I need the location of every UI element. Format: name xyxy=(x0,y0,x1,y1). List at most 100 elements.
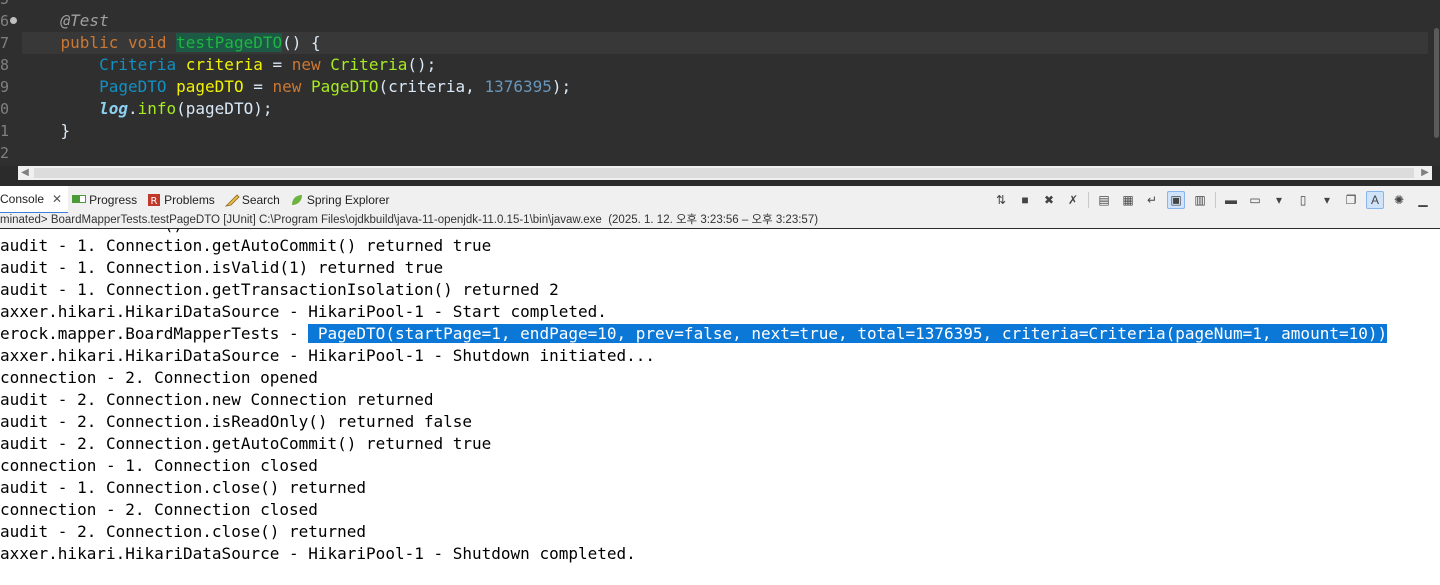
console-line: audit - 2. Connection.new Connection ret… xyxy=(0,390,434,409)
stop-icon[interactable]: ■ xyxy=(1016,191,1034,209)
console-line: audit - 1. Connection.getAutoCommit() re… xyxy=(0,236,492,255)
console-line: connection - 1. Connection closed xyxy=(0,456,318,475)
console-line: axxer.hikari.HikariDataSource - HikariPo… xyxy=(0,302,607,321)
code-line[interactable]: } xyxy=(22,120,1428,142)
tab-label: Search xyxy=(241,193,280,207)
code-text: (criteria, xyxy=(378,77,485,96)
chevron-down-icon[interactable]: ▾ xyxy=(1270,191,1288,209)
code-line[interactable]: @Test xyxy=(22,10,1428,32)
code-editor[interactable]: 5 6 7 8 9 0 1 2 @Test public void testPa… xyxy=(0,0,1440,166)
tab-console[interactable]: Console ✕ xyxy=(0,186,69,214)
constructor-name: Criteria xyxy=(330,55,408,74)
code-line[interactable]: log.info(pageDTO); xyxy=(22,98,1428,120)
tab-search[interactable]: Search xyxy=(221,186,286,214)
code-text: (); xyxy=(407,55,437,74)
log-source: erock.mapper.BoardMapperTests - xyxy=(0,324,309,343)
line-number: 0 xyxy=(0,100,10,118)
console-line: audit - 2. Connection.isReadOnly() retur… xyxy=(0,412,473,431)
annotation: @Test xyxy=(60,11,109,30)
type-name: Criteria xyxy=(99,55,177,74)
show-when-stdout-icon[interactable]: ▣ xyxy=(1167,191,1185,209)
console-line: connection - 2. Connection opened xyxy=(0,368,318,387)
console-line: audit - 1. Connection.close() returned xyxy=(0,478,367,497)
tab-label: Console xyxy=(0,192,45,206)
console-line: axxer.hikari.HikariDataSource - HikariPo… xyxy=(0,544,636,563)
line-number: 7 xyxy=(0,34,10,52)
toolbar-separator xyxy=(1088,192,1089,208)
keyword: new xyxy=(272,77,302,96)
close-icon[interactable]: ✕ xyxy=(52,192,62,206)
selected-text[interactable]: PageDTO(startPage=1, endPage=10, prev=fa… xyxy=(308,324,1388,343)
line-number: 8 xyxy=(0,56,10,74)
code-line-current[interactable]: public void testPageDTO() { xyxy=(22,32,1428,54)
variable-name: pageDTO xyxy=(176,77,244,96)
new-console-icon[interactable]: ▯ xyxy=(1294,191,1312,209)
line-number: 1 xyxy=(0,122,10,140)
code-text: } xyxy=(60,121,71,140)
spring-icon xyxy=(290,193,304,207)
settings-icon[interactable]: ✺ xyxy=(1390,191,1408,209)
highlight-icon[interactable]: A xyxy=(1366,191,1384,209)
toolbar-separator xyxy=(1215,192,1216,208)
console-line: audit - 2. Connection.close() returned xyxy=(0,522,367,541)
minimize-icon[interactable]: ▁ xyxy=(1414,191,1432,209)
code-text: (pageDTO); xyxy=(176,99,273,118)
console-line: erock.mapper.BoardMapperTests - PageDTO(… xyxy=(0,323,1388,345)
show-when-stderr-icon[interactable]: ▥ xyxy=(1191,191,1209,209)
scroll-lock-icon[interactable]: ▦ xyxy=(1119,191,1137,209)
copy-icon[interactable]: ❐ xyxy=(1342,191,1360,209)
sync-icon[interactable]: ⇅ xyxy=(992,191,1010,209)
launch-info-bar: minated> BoardMapperTests.testPageDTO [J… xyxy=(0,213,1440,228)
scroll-thumb[interactable] xyxy=(34,168,1414,178)
console-line: axxer.hikari.HikariDataSource - HikariPo… xyxy=(0,346,656,365)
chevron-down-icon[interactable]: ▾ xyxy=(1318,191,1336,209)
console-output[interactable]: () audit - 1. Connection.getAutoCommit()… xyxy=(0,229,1440,585)
variable-name: criteria xyxy=(185,55,263,74)
line-number: 2 xyxy=(0,144,10,162)
code-line[interactable]: PageDTO pageDTO = new PageDTO(criteria, … xyxy=(22,76,1428,98)
code-text: = xyxy=(262,55,292,74)
remove-icon[interactable]: ✖ xyxy=(1040,191,1058,209)
line-number: 5 xyxy=(0,0,14,10)
keyword: void xyxy=(127,33,167,52)
override-marker-icon xyxy=(10,17,17,24)
scroll-right-icon[interactable]: ▶ xyxy=(1418,166,1432,180)
search-icon xyxy=(224,193,240,207)
tab-label: Progress xyxy=(89,193,138,207)
number-literal: 1376395 xyxy=(484,77,552,96)
code-text: . xyxy=(127,99,138,118)
code-line[interactable]: Criteria criteria = new Criteria(); xyxy=(22,54,1428,76)
progress-icon xyxy=(72,193,87,207)
field-name: log xyxy=(99,99,128,118)
tab-label: Spring Explorer xyxy=(306,193,390,207)
tab-progress[interactable]: Progress xyxy=(68,186,143,214)
type-name: PageDTO xyxy=(99,77,167,96)
svg-text:R: R xyxy=(151,196,158,207)
line-number: 9 xyxy=(0,78,10,96)
method-name-highlight: testPageDTO xyxy=(176,33,283,52)
code-text: = xyxy=(243,77,273,96)
console-line: audit - 1. Connection.getTransactionIsol… xyxy=(0,280,559,299)
code-text: () { xyxy=(282,33,321,52)
remove-all-icon[interactable]: ✗ xyxy=(1064,191,1082,209)
console-line: audit - 2. Connection.getAutoCommit() re… xyxy=(0,434,492,453)
display-console-icon[interactable]: ▭ xyxy=(1246,191,1264,209)
clear-console-icon[interactable]: ▤ xyxy=(1095,191,1113,209)
console-view-tabbar: Console ✕ Progress R Problems Search Spr… xyxy=(0,186,1440,214)
editor-horizontal-scrollbar[interactable]: ◀ ▶ xyxy=(18,166,1432,180)
problems-icon: R xyxy=(147,193,161,207)
constructor-name: PageDTO xyxy=(311,77,379,96)
tab-problems[interactable]: R Problems xyxy=(143,186,221,214)
code-text: ); xyxy=(551,77,572,96)
word-wrap-icon[interactable]: ↵ xyxy=(1143,191,1161,209)
pin-console-icon[interactable]: ▬ xyxy=(1222,191,1240,209)
scroll-left-icon[interactable]: ◀ xyxy=(18,166,32,180)
console-line: connection - 2. Connection closed xyxy=(0,500,318,519)
scroll-thumb[interactable] xyxy=(1434,28,1439,138)
tab-spring-explorer[interactable]: Spring Explorer xyxy=(286,186,396,214)
method-call: info xyxy=(137,99,177,118)
tab-label: Problems xyxy=(164,193,215,207)
editor-vertical-scrollbar[interactable] xyxy=(1428,0,1440,166)
keyword: new xyxy=(291,55,321,74)
console-line: audit - 1. Connection.isValid(1) returne… xyxy=(0,258,444,277)
